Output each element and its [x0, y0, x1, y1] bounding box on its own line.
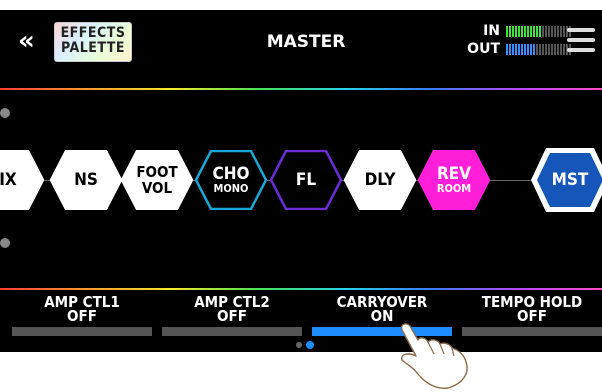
effect-name: FL	[295, 169, 317, 190]
control-tempo-hold[interactable]: TEMPO HOLD OFF	[462, 295, 602, 336]
meter-segment	[506, 43, 508, 55]
effect-name: REV	[436, 163, 472, 184]
out-meter-label: OUT	[467, 41, 500, 57]
effect-label: FOOT VOL	[136, 164, 177, 196]
meter-segment	[542, 25, 544, 37]
meter-segment	[533, 25, 535, 37]
effect-block-cho[interactable]: CHO MONO	[195, 150, 267, 210]
meter-segment	[524, 25, 526, 37]
effect-name: NS	[74, 169, 98, 190]
meter-segment	[542, 43, 544, 55]
touch-hand-icon	[400, 323, 468, 389]
meter-segment	[557, 25, 559, 37]
meter-segment	[515, 43, 517, 55]
meter-segment	[512, 25, 514, 37]
rainbow-divider-top	[0, 88, 602, 90]
effect-label: CHO MONO	[212, 163, 250, 195]
effect-label: DLY	[364, 169, 396, 190]
control-amp-ctl2[interactable]: AMP CTL2 OFF	[162, 295, 302, 336]
meter-segment	[539, 43, 541, 55]
effect-name: DLY	[364, 169, 396, 190]
meter-segment	[563, 25, 565, 37]
meter-segment	[563, 43, 565, 55]
meter-segment	[536, 25, 538, 37]
control-amp-ctl1[interactable]: AMP CTL1 OFF	[12, 295, 152, 336]
effect-block-ix[interactable]: IX	[0, 150, 44, 210]
meter-segment	[545, 43, 547, 55]
meter-segment	[551, 43, 553, 55]
hamburger-menu-icon[interactable]	[567, 28, 595, 58]
effect-name: CHO	[212, 163, 250, 184]
control-state-bar	[12, 327, 152, 336]
meter-segment	[536, 43, 538, 55]
meter-segment	[554, 43, 556, 55]
meter-segment	[524, 43, 526, 55]
meter-segment	[551, 25, 553, 37]
in-meter-label: IN	[483, 23, 500, 39]
meter-segment	[554, 25, 556, 37]
control-state-bar	[162, 327, 302, 336]
side-indicator-dot	[0, 238, 10, 248]
effect-label: REV ROOM	[436, 163, 472, 195]
meter-segment	[509, 43, 511, 55]
meter-segment	[521, 25, 523, 37]
meter-segment	[515, 25, 517, 37]
io-level-meters: IN OUT	[450, 22, 571, 58]
effect-block-dly[interactable]: DLY	[344, 150, 416, 210]
effect-block-mst[interactable]: MST	[530, 147, 602, 213]
meter-segment	[518, 25, 520, 37]
effect-label: NS	[74, 169, 98, 190]
meter-segment	[509, 25, 511, 37]
effect-name: MST	[551, 169, 589, 190]
meter-segment	[548, 25, 550, 37]
double-chevron-left-icon[interactable]: «	[18, 28, 35, 54]
meter-segment	[533, 43, 535, 55]
meter-segment	[557, 43, 559, 55]
effect-block-ns[interactable]: NS	[50, 150, 122, 210]
effect-sub: ROOM	[436, 181, 472, 195]
palette-label-line2: PALETTE	[61, 40, 125, 56]
control-value: OFF	[217, 307, 247, 325]
effect-name: IX	[0, 169, 17, 190]
control-value: OFF	[517, 307, 547, 325]
meter-segment	[548, 43, 550, 55]
effect-block-fl[interactable]: FL	[270, 150, 342, 210]
meter-segment	[530, 25, 532, 37]
effects-palette-button[interactable]: EFFECTS PALETTE	[54, 22, 132, 62]
meter-segment	[530, 43, 532, 55]
effect-chain: IX NS FOOT VOL CHO MONO FL DLY REV ROOM MST	[0, 140, 602, 220]
out-level-meter	[506, 43, 571, 55]
meter-segment	[560, 43, 562, 55]
top-bar: « EFFECTS PALETTE MASTER IN OUT	[0, 10, 602, 88]
effect-block-foot[interactable]: FOOT VOL	[121, 150, 193, 210]
meter-segment	[512, 43, 514, 55]
palette-label-line1: EFFECTS	[60, 25, 126, 41]
meter-segment	[539, 25, 541, 37]
rainbow-divider-bottom	[0, 288, 602, 290]
meter-segment	[527, 43, 529, 55]
effect-label: IX	[0, 169, 17, 190]
meter-segment	[545, 25, 547, 37]
meter-segment	[521, 43, 523, 55]
control-value: OFF	[67, 307, 97, 325]
in-level-meter	[506, 25, 571, 37]
page-dot[interactable]	[306, 341, 314, 349]
meter-segment	[506, 25, 508, 37]
page-indicator	[296, 341, 314, 349]
effect-sub: MONO	[213, 181, 249, 195]
page-title: MASTER	[266, 32, 346, 52]
side-indicator-dot	[0, 108, 10, 118]
meter-segment	[560, 25, 562, 37]
page-dot[interactable]	[296, 342, 302, 348]
meter-segment	[518, 43, 520, 55]
effect-label: FL	[295, 169, 317, 190]
effect-label: MST	[551, 169, 589, 190]
device-screen: « EFFECTS PALETTE MASTER IN OUT IX NS FOOT…	[0, 10, 602, 352]
effect-sub: VOL	[141, 179, 173, 197]
effect-block-rev[interactable]: REV ROOM	[418, 150, 490, 210]
meter-segment	[527, 25, 529, 37]
control-state-bar	[462, 327, 602, 336]
